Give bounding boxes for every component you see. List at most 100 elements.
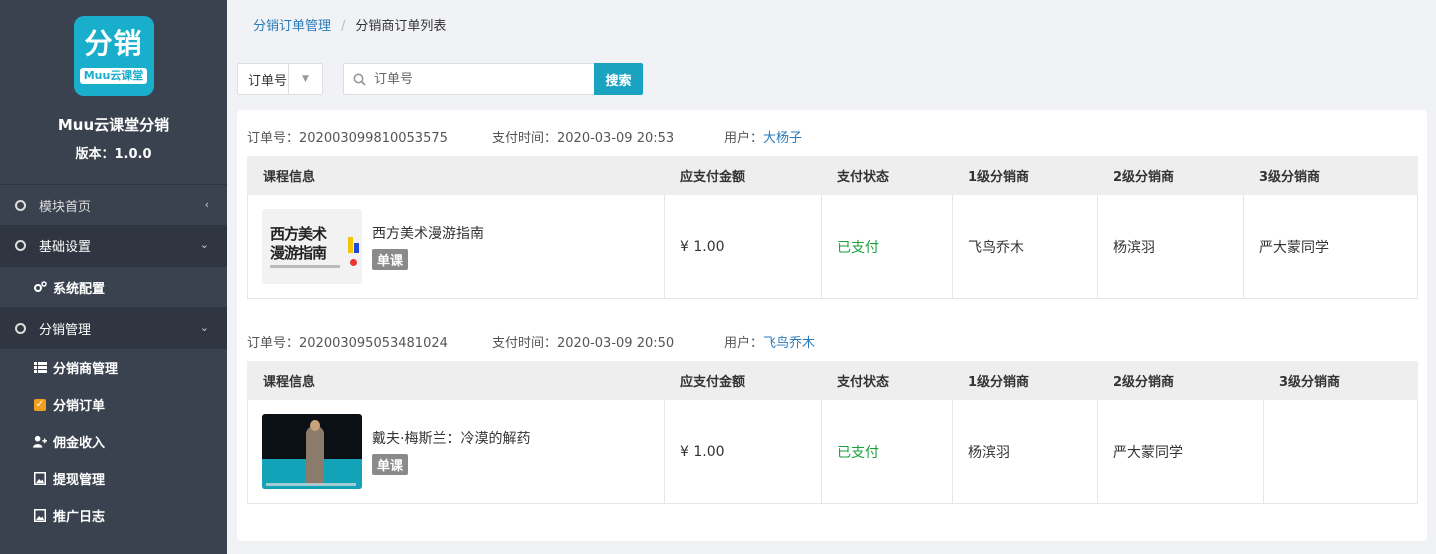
- order-user: 用户：飞鸟乔木: [724, 332, 815, 351]
- course-info: 西方美术 漫游指南 西方美术漫游指南 单课: [262, 209, 664, 284]
- app-logo: 分销 Muu云课堂: [73, 16, 154, 96]
- sidebar-item-withdrawals[interactable]: 提现管理: [0, 460, 227, 497]
- amount-cell: ¥ 1.00: [664, 194, 822, 299]
- order-number-label: 订单号：: [247, 130, 300, 146]
- level3-cell: [1263, 399, 1418, 504]
- breadcrumb: 分销订单管理 / 分销商订单列表: [253, 15, 446, 34]
- user-plus-icon: [33, 435, 47, 449]
- pay-time-label: 支付时间：: [492, 335, 558, 351]
- level1-cell: 杨滨羽: [952, 399, 1098, 504]
- menu-basic-settings-label: 基础设置: [39, 240, 92, 255]
- order-table: 课程信息 应支付金额 支付状态 1级分销商 2级分销商 3级分销商 戴夫·梅斯兰…: [247, 361, 1418, 504]
- app-name: Muu云课堂分销: [57, 116, 170, 134]
- order-user: 用户：大杨子: [724, 127, 802, 146]
- header-course: 课程信息: [247, 361, 665, 400]
- menu-basic-settings[interactable]: 基础设置 ⌄: [0, 225, 227, 266]
- sidebar-item-label: 系统配置: [53, 281, 106, 297]
- thumbnail-deco: [350, 259, 357, 266]
- course-cell: 西方美术 漫游指南 西方美术漫游指南 单课: [247, 194, 665, 299]
- chevron-left-icon: ‹: [204, 198, 209, 211]
- header-course: 课程信息: [247, 156, 665, 195]
- level3-cell: 严大蒙同学: [1243, 194, 1418, 299]
- search-field-value: 订单号: [248, 73, 288, 89]
- breadcrumb-current: 分销商订单列表: [355, 19, 447, 34]
- list-icon: [33, 361, 47, 375]
- course-thumbnail[interactable]: [262, 414, 362, 489]
- table-row: 戴夫·梅斯兰：冷漠的解药 单课 ¥ 1.00 已支付 杨滨羽 严大蒙同学: [247, 399, 1418, 504]
- menu-home[interactable]: 模块首页 ‹: [0, 184, 227, 225]
- orders-panel: 订单号：202003099810053575 支付时间：2020-03-09 2…: [237, 110, 1427, 541]
- amount-cell: ¥ 1.00: [664, 399, 822, 504]
- order-number: 订单号：202003095053481024: [247, 332, 492, 351]
- status-cell: 已支付: [821, 194, 953, 299]
- sidebar-item-commission[interactable]: 佣金收入: [0, 423, 227, 460]
- app-version: 版本：1.0.0: [75, 147, 152, 162]
- pay-time: 支付时间：2020-03-09 20:53: [492, 127, 724, 146]
- table-header-row: 课程信息 应支付金额 支付状态 1级分销商 2级分销商 3级分销商: [247, 156, 1418, 195]
- course-type-badge: 单课: [372, 249, 409, 270]
- course-title[interactable]: 西方美术漫游指南: [372, 223, 484, 243]
- logo-area: 分销 Muu云课堂 Muu云课堂分销 版本：1.0.0: [0, 0, 227, 184]
- course-thumbnail[interactable]: 西方美术 漫游指南: [262, 209, 362, 284]
- status-cell: 已支付: [821, 399, 953, 504]
- sidebar-item-promo-log[interactable]: 推广日志: [0, 497, 227, 534]
- circle-icon: [15, 199, 26, 211]
- circle-icon: [15, 240, 26, 251]
- level2-cell: 杨滨羽: [1097, 194, 1244, 299]
- thumbnail-deco: [306, 426, 324, 484]
- gears-icon: [33, 280, 47, 294]
- level1-cell: 飞鸟乔木: [952, 194, 1098, 299]
- thumbnail-deco: [348, 237, 353, 253]
- sidebar-item-orders[interactable]: ✓ 分销订单: [0, 386, 227, 423]
- thumbnail-text: 西方美术 漫游指南: [270, 225, 327, 262]
- caret-down-icon: ▼: [288, 64, 322, 94]
- course-cell: 戴夫·梅斯兰：冷漠的解药 单课: [247, 399, 665, 504]
- menu-home-label: 模块首页: [39, 199, 92, 215]
- logo-text: 分销: [84, 27, 143, 60]
- header-level3: 3级分销商: [1243, 156, 1418, 195]
- table-header-row: 课程信息 应支付金额 支付状态 1级分销商 2级分销商 3级分销商: [247, 361, 1418, 400]
- pay-time-value: 2020-03-09 20:50: [557, 335, 675, 351]
- menu-distribution[interactable]: 分销管理 ⌄: [0, 308, 227, 349]
- pay-time-label: 支付时间：: [492, 130, 558, 146]
- sidebar-item-system-config[interactable]: 系统配置: [0, 266, 227, 308]
- level2-cell: 严大蒙同学: [1097, 399, 1264, 504]
- header-level3: 3级分销商: [1263, 361, 1418, 400]
- breadcrumb-parent-link[interactable]: 分销订单管理: [253, 19, 331, 34]
- order-block: 订单号：202003099810053575 支付时间：2020-03-09 2…: [247, 116, 1418, 299]
- course-text: 戴夫·梅斯兰：冷漠的解药 单课: [372, 428, 530, 475]
- search-field-select[interactable]: 订单号 ▼: [237, 63, 323, 95]
- thumbnail-deco: [310, 420, 320, 431]
- header-level2: 2级分销商: [1097, 361, 1264, 400]
- sidebar-item-label: 分销商管理: [53, 362, 119, 377]
- header-amount: 应支付金额: [664, 361, 822, 400]
- course-type-badge: 单课: [372, 454, 409, 475]
- user-link[interactable]: 飞鸟乔木: [763, 336, 815, 351]
- order-block: 订单号：202003095053481024 支付时间：2020-03-09 2…: [247, 321, 1418, 504]
- course-title[interactable]: 戴夫·梅斯兰：冷漠的解药: [372, 428, 530, 448]
- search-icon: [344, 73, 374, 86]
- search-button[interactable]: 搜索: [594, 63, 643, 95]
- sidebar-item-label: 佣金收入: [53, 436, 106, 451]
- circle-icon: [15, 323, 26, 334]
- header-level1: 1级分销商: [952, 156, 1098, 195]
- header-amount: 应支付金额: [664, 156, 822, 195]
- user-link[interactable]: 大杨子: [763, 131, 802, 146]
- order-number-value: 202003099810053575: [299, 130, 448, 146]
- thumbnail-deco: [270, 265, 340, 268]
- header-level1: 1级分销商: [952, 361, 1098, 400]
- image-icon: [33, 472, 47, 486]
- order-meta: 订单号：202003099810053575 支付时间：2020-03-09 2…: [247, 116, 1417, 156]
- order-table: 课程信息 应支付金额 支付状态 1级分销商 2级分销商 3级分销商 西方美术 漫…: [247, 156, 1418, 299]
- pay-time: 支付时间：2020-03-09 20:50: [492, 332, 724, 351]
- order-number: 订单号：202003099810053575: [247, 127, 492, 146]
- header-status: 支付状态: [821, 361, 953, 400]
- breadcrumb-separator: /: [341, 19, 346, 34]
- sidebar-item-label: 提现管理: [53, 473, 106, 488]
- checkbox-icon: ✓: [34, 398, 46, 411]
- search-input[interactable]: [374, 65, 584, 93]
- thumbnail-deco: [266, 483, 356, 486]
- sidebar-item-distributors[interactable]: 分销商管理: [0, 349, 227, 386]
- main-content: 分销订单管理 / 分销商订单列表 订单号 ▼ 搜索 订单号：202003099810…: [227, 0, 1436, 554]
- course-info: 戴夫·梅斯兰：冷漠的解药 单课: [262, 414, 664, 489]
